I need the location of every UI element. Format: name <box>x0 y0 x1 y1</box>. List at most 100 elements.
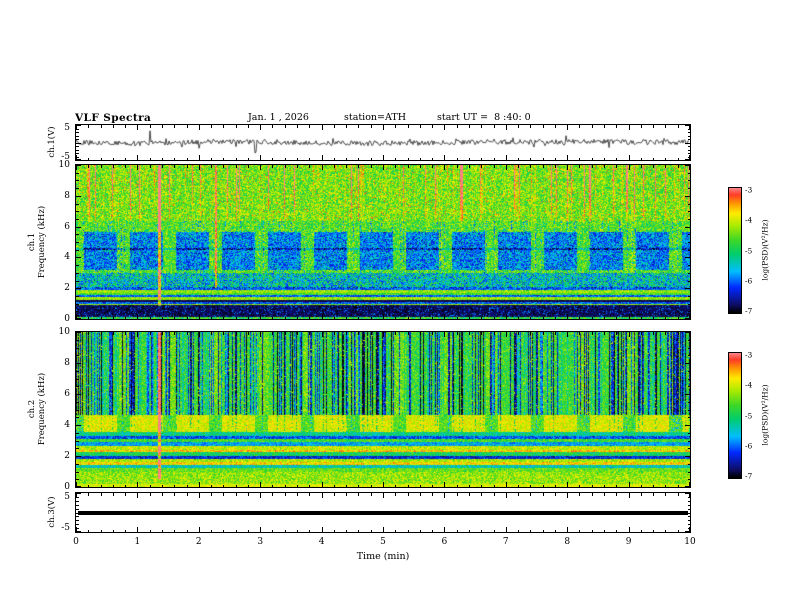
ch3-flatline <box>78 510 688 515</box>
axis-tick <box>687 355 690 356</box>
axis-tick <box>444 314 445 319</box>
axis-tick <box>76 379 79 380</box>
axis-tick <box>432 316 433 319</box>
axis-tick <box>76 433 79 434</box>
axis-tick <box>285 484 286 487</box>
axis-tick <box>88 484 89 487</box>
axis-tick <box>579 529 580 532</box>
axis-tick <box>76 234 79 235</box>
axis-tick <box>469 316 470 319</box>
axis-tick <box>309 332 310 335</box>
ch1-spectrogram-panel <box>75 164 691 320</box>
axis-tick <box>76 125 81 126</box>
axis-tick <box>629 482 630 487</box>
axis-tick <box>592 484 593 487</box>
axis-tick <box>248 332 249 335</box>
axis-tick <box>481 332 482 335</box>
axis-tick <box>665 125 666 128</box>
axis-tick <box>150 484 151 487</box>
axis-tick <box>579 484 580 487</box>
axis-tick <box>395 332 396 335</box>
axis-tick <box>371 493 372 496</box>
axis-tick <box>162 316 163 319</box>
axis-tick <box>687 180 690 181</box>
axis-tick <box>150 529 151 532</box>
ch2-spectrogram-panel <box>75 331 691 488</box>
axis-tick <box>260 155 261 160</box>
axis-tick <box>408 332 409 335</box>
axis-tick <box>101 316 102 319</box>
axis-tick <box>76 136 79 137</box>
axis-tick <box>88 332 89 335</box>
axis-tick <box>687 132 690 133</box>
axis-tick <box>322 482 323 487</box>
axis-tick <box>76 509 79 510</box>
axis-tick <box>76 227 81 228</box>
axis-tick <box>457 529 458 532</box>
axis-tick <box>76 531 81 532</box>
ch2-colorbar <box>728 352 742 479</box>
x-tick-label: 7 <box>502 537 509 547</box>
axis-tick <box>101 493 102 496</box>
axis-tick <box>346 332 347 335</box>
axis-tick <box>162 125 163 128</box>
axis-tick <box>137 125 138 130</box>
axis-tick <box>685 531 690 532</box>
axis-tick <box>653 332 654 335</box>
axis-tick <box>211 316 212 319</box>
axis-tick <box>285 165 286 168</box>
axis-tick <box>685 425 690 426</box>
axis-tick <box>432 157 433 160</box>
axis-tick <box>518 493 519 496</box>
axis-tick <box>76 146 79 147</box>
axis-tick <box>687 211 690 212</box>
axis-tick <box>334 316 335 319</box>
axis-tick <box>665 493 666 496</box>
axis-tick <box>199 125 200 130</box>
axis-tick <box>678 493 679 496</box>
axis-tick <box>187 125 188 128</box>
axis-tick <box>248 125 249 128</box>
axis-tick <box>469 332 470 335</box>
colorbar-tick-label: -3 <box>745 185 753 195</box>
axis-tick <box>272 493 273 496</box>
axis-tick <box>346 157 347 160</box>
axis-tick <box>113 157 114 160</box>
axis-tick <box>309 125 310 128</box>
axis-tick <box>309 529 310 532</box>
axis-tick <box>334 165 335 168</box>
axis-tick <box>567 332 568 337</box>
axis-tick <box>444 332 445 337</box>
x-tick-label: 0 <box>73 537 79 547</box>
axis-tick <box>383 527 384 532</box>
axis-tick <box>174 484 175 487</box>
axis-tick <box>371 125 372 128</box>
axis-tick <box>223 484 224 487</box>
axis-tick <box>76 165 81 166</box>
axis-tick <box>395 484 396 487</box>
axis-tick <box>162 157 163 160</box>
axis-tick <box>309 484 310 487</box>
axis-tick <box>150 157 151 160</box>
axis-tick <box>309 165 310 168</box>
figure-title: VLF Spectra <box>75 112 152 124</box>
axis-tick <box>687 296 690 297</box>
axis-tick <box>101 157 102 160</box>
axis-tick <box>469 529 470 532</box>
axis-tick <box>358 529 359 532</box>
axis-tick <box>457 157 458 160</box>
axis-tick <box>579 316 580 319</box>
axis-tick <box>309 493 310 496</box>
axis-tick <box>687 479 690 480</box>
axis-tick <box>76 472 79 473</box>
axis-tick <box>592 125 593 128</box>
axis-tick <box>76 493 81 494</box>
axis-tick <box>432 332 433 335</box>
axis-tick <box>543 529 544 532</box>
axis-tick <box>506 493 507 498</box>
colorbar-tick-label: -7 <box>745 471 753 481</box>
axis-tick <box>432 529 433 532</box>
axis-tick <box>687 524 690 525</box>
axis-tick <box>211 493 212 496</box>
x-tick-label: 2 <box>195 537 202 547</box>
